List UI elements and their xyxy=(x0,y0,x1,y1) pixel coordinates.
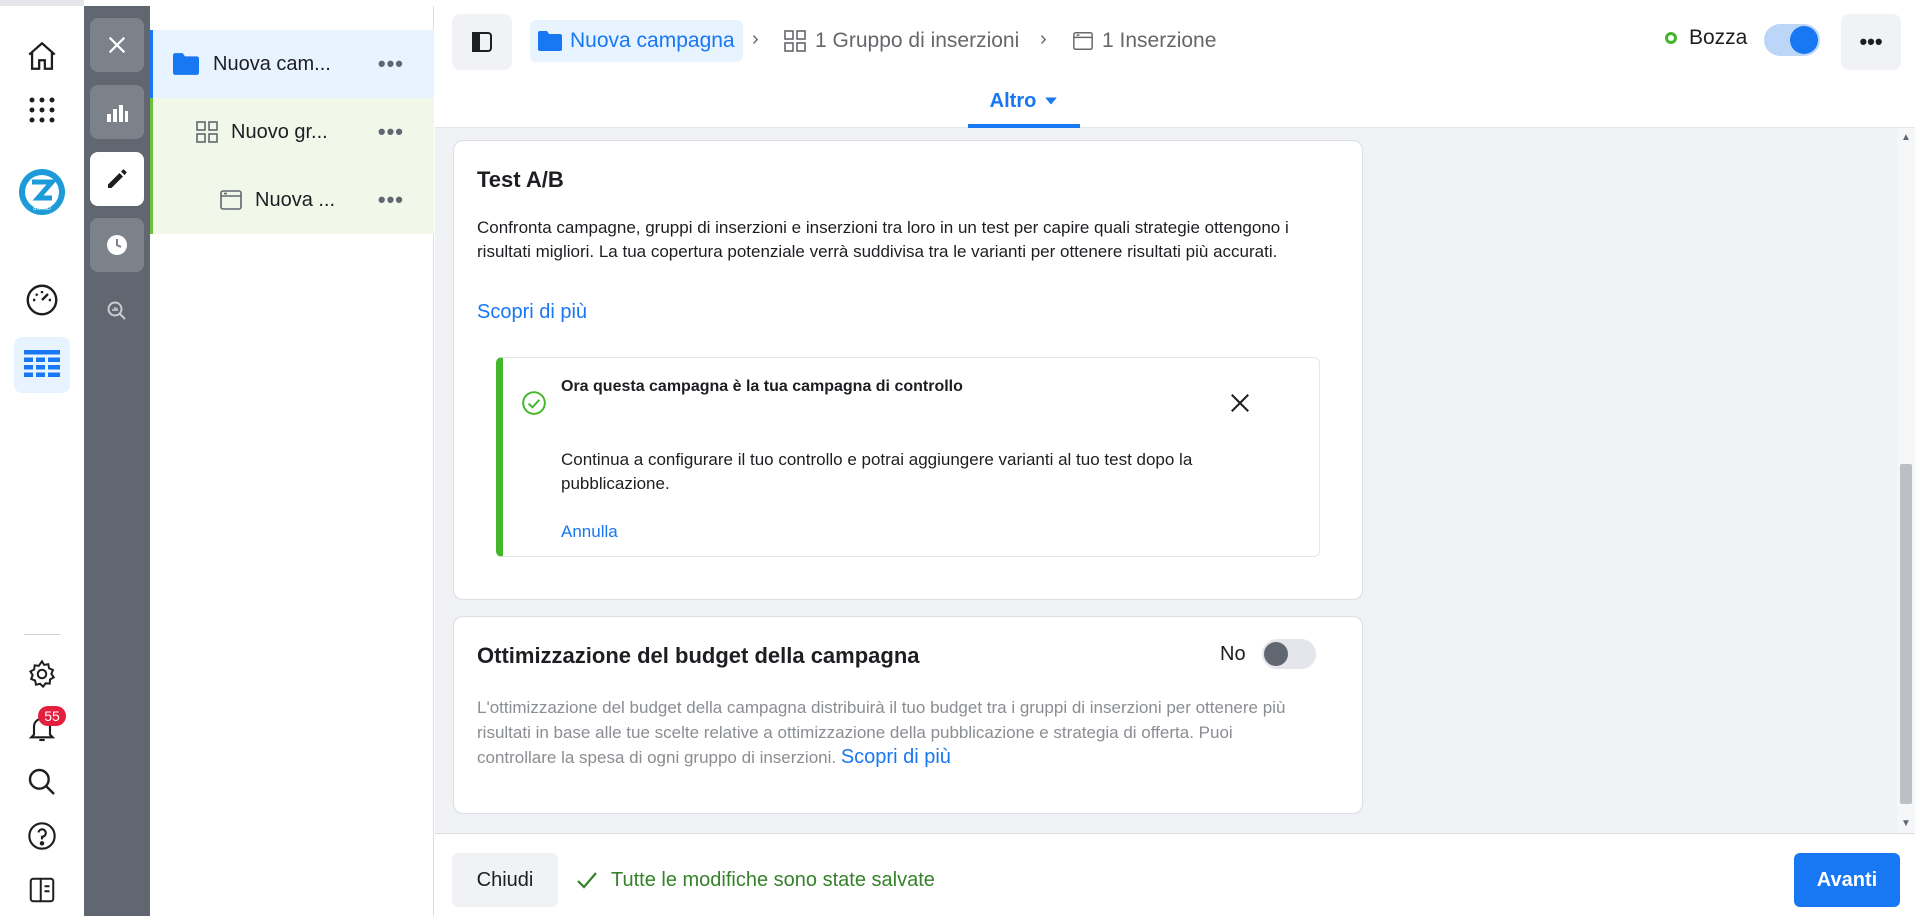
budget-toggle-label: No xyxy=(1220,643,1246,665)
tools-column xyxy=(84,6,150,916)
budget-title: Ottimizzazione del budget della campagna xyxy=(477,643,920,668)
ab-test-card: Test A/B Confronta campagne, gruppi di i… xyxy=(453,140,1363,600)
toggle-knob xyxy=(1790,26,1818,54)
breadcrumb-adsets[interactable]: 1 Gruppo di inserzioni xyxy=(783,20,1019,62)
budget-optimization-card: Ottimizzazione del budget della campagna… xyxy=(453,616,1363,814)
close-icon[interactable] xyxy=(1229,392,1251,414)
budget-toggle[interactable] xyxy=(1262,639,1316,669)
breadcrumb-campaign-label: Nuova campagna xyxy=(570,29,735,52)
ad-window-icon xyxy=(1073,32,1093,50)
next-button[interactable]: Avanti xyxy=(1794,853,1900,907)
chevron-right-icon: › xyxy=(1040,28,1047,50)
campaign-tree: Nuova cam... ••• Nuovo gr... ••• Nuova .… xyxy=(150,6,434,916)
apps-grid-icon[interactable] xyxy=(14,82,70,138)
adset-grid-icon xyxy=(196,121,218,143)
brand-avatar-label: BRAND xyxy=(33,206,51,212)
folder-icon xyxy=(538,31,562,51)
save-status-text: Tutte le modifiche sono state salvate xyxy=(611,868,935,891)
notice-text: Continua a configurare il tuo controllo … xyxy=(561,450,1193,493)
tree-item-label: Nuovo gr... xyxy=(231,120,328,143)
ab-test-title: Test A/B xyxy=(477,167,564,192)
adset-grid-icon xyxy=(784,30,806,52)
ab-test-description: Confronta campagne, gruppi di inserzioni… xyxy=(477,218,1289,261)
notice-title: Ora questa campagna è la tua campagna di… xyxy=(561,378,963,395)
help-icon[interactable] xyxy=(14,808,70,864)
edit-pencil-icon[interactable] xyxy=(90,152,144,206)
status-label: Bozza xyxy=(1689,26,1748,49)
draft-status: Bozza xyxy=(1665,26,1747,50)
more-options-icon[interactable]: ••• xyxy=(378,51,404,77)
toggle-panel-button[interactable] xyxy=(452,14,512,70)
tab-altro[interactable]: Altro xyxy=(968,82,1080,128)
home-icon[interactable] xyxy=(14,28,70,84)
folder-icon xyxy=(173,53,199,75)
more-options-icon[interactable]: ••• xyxy=(378,187,404,213)
dashboard-gauge-icon[interactable] xyxy=(14,272,70,328)
search-chart-icon[interactable] xyxy=(90,284,144,338)
checkmark-icon xyxy=(577,872,597,889)
budget-learn-more-link[interactable]: Scopri di più xyxy=(841,746,951,768)
search-icon[interactable] xyxy=(14,754,70,810)
ab-test-learn-more-link[interactable]: Scopri di più xyxy=(477,301,587,324)
breadcrumb-adsets-label: 1 Gruppo di inserzioni xyxy=(815,29,1020,52)
settings-gear-icon[interactable] xyxy=(14,646,70,702)
budget-description: L'ottimizzazione del budget della campag… xyxy=(477,695,1307,770)
tree-item-campaign[interactable]: Nuova cam... ••• xyxy=(150,30,434,98)
breadcrumb-campaign[interactable]: Nuova campagna xyxy=(530,20,743,62)
brand-avatar[interactable]: BRAND xyxy=(14,164,70,220)
tree-item-label: Nuova cam... xyxy=(213,52,331,75)
scrollbar[interactable]: ▲ ▼ xyxy=(1897,128,1915,833)
sidebar-toggle-icon xyxy=(472,32,492,52)
scroll-up-icon[interactable]: ▲ xyxy=(1901,132,1911,143)
control-campaign-notice: Ora questa campagna è la tua campagna di… xyxy=(496,357,1320,557)
main-content: Test A/B Confronta campagne, gruppi di i… xyxy=(435,128,1897,833)
toggle-knob xyxy=(1264,642,1288,666)
tree-item-adset[interactable]: Nuovo gr... ••• xyxy=(150,98,434,166)
check-circle-icon xyxy=(522,391,546,415)
chevron-right-icon: › xyxy=(752,28,759,50)
footer-bar: Chiudi Tutte le modifiche sono state sal… xyxy=(435,833,1915,916)
panel-switch-icon[interactable] xyxy=(14,862,70,916)
breadcrumb-ads[interactable]: 1 Inserzione xyxy=(1072,20,1216,62)
global-nav: BRAND 55 xyxy=(0,0,84,916)
top-bar: Nuova campagna › 1 Gruppo di inserzioni … xyxy=(435,6,1915,128)
tab-altro-label: Altro xyxy=(989,90,1037,112)
ad-window-icon xyxy=(220,190,242,210)
scroll-down-icon[interactable]: ▼ xyxy=(1901,818,1911,829)
tree-item-ad[interactable]: Nuova ... ••• xyxy=(150,166,434,234)
caret-down-icon xyxy=(1045,97,1058,105)
more-options-button[interactable]: ••• xyxy=(1841,14,1901,70)
scrollbar-thumb[interactable] xyxy=(1900,464,1912,804)
tree-item-label: Nuova ... xyxy=(255,188,336,211)
close-button[interactable]: Chiudi xyxy=(452,853,558,907)
status-dot-icon xyxy=(1665,32,1677,44)
more-options-icon[interactable]: ••• xyxy=(378,119,404,145)
save-status: Tutte le modifiche sono state salvate xyxy=(575,868,935,892)
campaign-toggle[interactable] xyxy=(1764,24,1820,56)
notice-cancel-link[interactable]: Annulla xyxy=(561,522,618,542)
notification-count-badge: 55 xyxy=(38,706,66,726)
breadcrumb-ads-label: 1 Inserzione xyxy=(1102,29,1217,52)
nav-divider xyxy=(24,634,60,635)
bar-chart-icon[interactable] xyxy=(90,85,144,139)
clock-icon[interactable] xyxy=(90,218,144,272)
ads-manager-table-icon[interactable] xyxy=(14,337,70,393)
close-icon[interactable] xyxy=(90,18,144,72)
